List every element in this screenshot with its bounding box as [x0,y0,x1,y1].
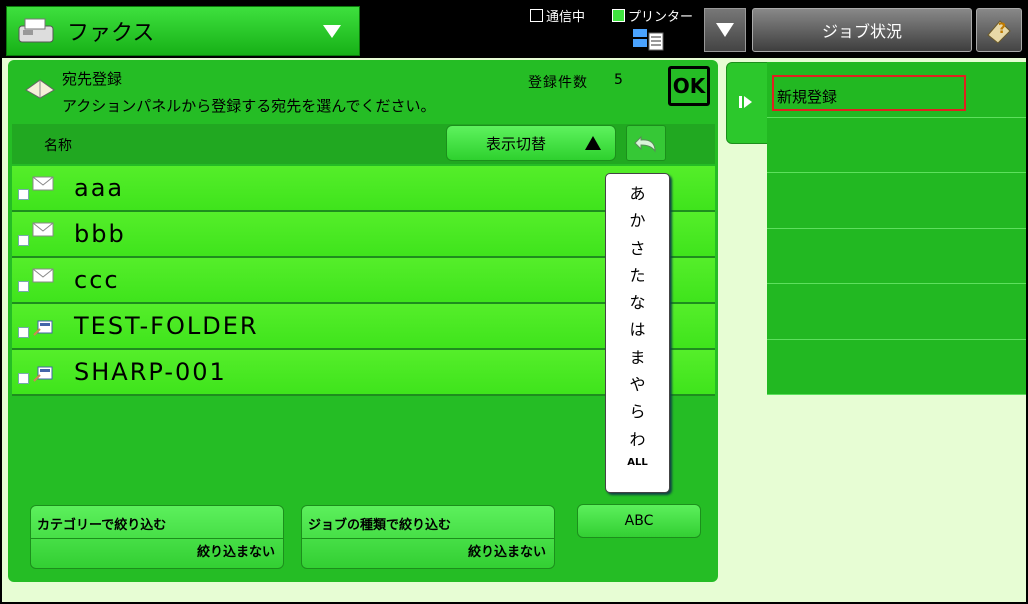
category-filter-button[interactable]: カテゴリーで絞り込む 絞り込まない [30,505,284,569]
index-ma[interactable]: ま [629,344,645,371]
mode-select-button[interactable]: ファクス [6,6,360,56]
mode-label: ファクス [67,21,155,46]
index-sa[interactable]: さ [629,235,645,262]
column-name-label: 名称 [44,138,72,154]
network-folder-icon [33,366,53,382]
help-button[interactable]: ? [976,8,1022,52]
row-checkbox[interactable] [18,372,29,384]
divider [302,538,554,539]
index-ya[interactable]: や [629,371,645,398]
row-checkbox[interactable] [18,234,29,246]
action-panel: 新規登録 [767,62,1026,395]
index-all[interactable]: ALL [627,457,647,468]
ok-button[interactable]: OK [668,66,710,106]
action-item-empty [767,284,1026,340]
mail-icon [32,268,54,283]
row-checkbox[interactable] [18,326,29,338]
row-name: bbb [74,220,126,248]
display-switch-label: 表示切替 [485,134,546,153]
display-switch-button[interactable]: 表示切替 [446,125,616,161]
index-na[interactable]: な [629,289,645,316]
fax-icon [18,18,54,43]
action-item-empty [767,228,1026,284]
count-value: 5 [614,72,623,88]
comm-status-label: 通信中 [546,10,586,25]
divider [31,538,283,539]
action-item-empty [767,339,1026,395]
index-ta[interactable]: た [629,262,645,289]
instruction-text: アクションパネルから登録する宛先を選んでください。 [62,97,436,115]
jobtype-filter-button[interactable]: ジョブの種類で絞り込む 絞り込まない [301,505,555,569]
collapse-icon [739,96,752,108]
mail-icon [32,222,54,237]
abc-sort-button[interactable]: ABC [577,504,701,538]
comm-indicator-icon [530,9,543,22]
jobtype-filter-value: 絞り込まない [467,545,546,560]
printer-status: プリンター [612,6,693,25]
index-a[interactable]: あ [629,180,645,207]
kana-index-bar: あ か さ た な は ま や ら わ ALL [605,173,670,493]
undo-icon [634,135,656,153]
action-panel-toggle[interactable] [726,62,770,144]
address-book-icon [25,79,55,99]
sort-up-icon [585,136,601,150]
row-checkbox[interactable] [18,280,29,292]
index-wa[interactable]: わ [629,426,645,453]
status-dropdown-button[interactable] [704,8,746,52]
action-item-empty [767,117,1026,173]
category-filter-value: 絞り込まない [196,545,275,560]
row-name: TEST-FOLDER [74,312,259,340]
help-icon: ? [987,20,1011,44]
mail-icon [32,176,54,191]
undo-button[interactable] [626,125,666,161]
row-name: SHARP-001 [74,358,227,386]
action-item-empty [767,173,1026,229]
page-title: 宛先登録 [62,70,123,88]
printer-indicator-icon [612,9,625,22]
selection-highlight [772,75,966,111]
row-name: aaa [74,174,125,202]
category-filter-title: カテゴリーで絞り込む [37,518,167,533]
count-label: 登録件数 [528,75,588,91]
row-name: ccc [74,266,120,294]
jobtype-filter-title: ジョブの種類で絞り込む [308,518,452,533]
index-ra[interactable]: ら [629,398,645,425]
index-ka[interactable]: か [629,207,645,234]
printer-status-label: プリンター [628,10,694,25]
printer-job-icon [633,29,664,51]
network-folder-icon [33,320,53,336]
svg-text:?: ? [998,21,1006,37]
comm-status: 通信中 [530,6,585,25]
index-ha[interactable]: は [629,316,645,343]
chevron-down-icon [716,23,734,37]
job-status-button[interactable]: ジョブ状況 [752,8,972,52]
chevron-down-icon [323,24,341,38]
row-checkbox[interactable] [18,188,29,200]
